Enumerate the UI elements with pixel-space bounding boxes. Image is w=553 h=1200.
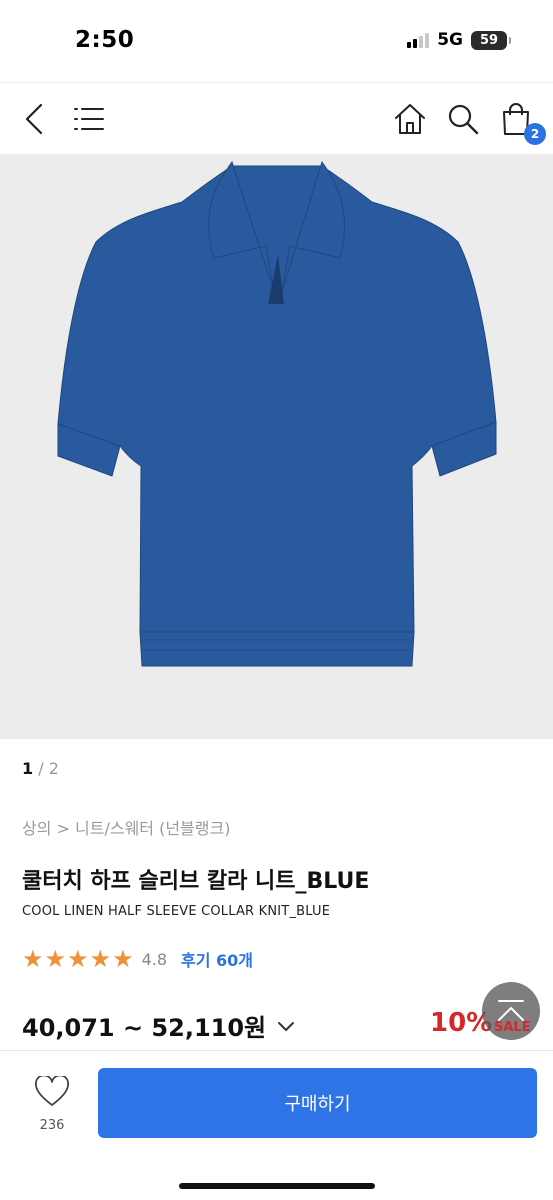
pager-separator: /: [33, 759, 49, 778]
home-indicator: [179, 1183, 375, 1189]
cart-count-badge: 2: [524, 123, 546, 145]
star-icon: ★: [67, 945, 89, 973]
image-pager: 1 / 2: [22, 759, 59, 778]
bottom-action-bar: 236 구매하기: [0, 1050, 553, 1200]
reviews-link[interactable]: 후기 60개: [181, 947, 253, 971]
status-bar: 2:50 5G 59: [0, 0, 553, 82]
network-label: 5G: [437, 30, 463, 50]
star-icon: ★: [44, 945, 67, 973]
rating-stars: ★ ★ ★ ★ ★: [22, 947, 134, 971]
cart-button[interactable]: 2: [498, 101, 546, 145]
star-icon: ★: [89, 945, 112, 973]
chevron-down-icon: [278, 1021, 295, 1031]
chevron-left-icon: [25, 103, 43, 135]
buy-button[interactable]: 구매하기: [98, 1068, 537, 1138]
back-button[interactable]: [16, 101, 52, 137]
wishlist-count: 236: [39, 1118, 65, 1133]
product-subtitle: COOL LINEN HALF SLEEVE COLLAR KNIT_BLUE: [22, 904, 331, 919]
star-icon: ★: [112, 945, 134, 973]
battery-level: 59: [479, 32, 499, 48]
status-time: 2:50: [75, 27, 135, 53]
rating-score: 4.8: [141, 949, 168, 969]
rating-row: ★ ★ ★ ★ ★ 4.8 후기 60개: [22, 946, 253, 972]
signal-icon: [407, 32, 430, 48]
home-button[interactable]: [392, 101, 428, 137]
product-image[interactable]: [0, 154, 553, 739]
pager-total: 2: [48, 759, 59, 778]
star-icon: ★: [22, 945, 44, 973]
pager-current: 1: [22, 759, 34, 778]
search-button[interactable]: [445, 101, 481, 137]
wishlist-button[interactable]: 236: [28, 1074, 76, 1133]
heart-icon: [35, 1074, 69, 1106]
price-range: 40,071 ~ 52,110원: [22, 1014, 267, 1042]
sale-label: SALE: [494, 1020, 531, 1035]
price-selector[interactable]: 40,071 ~ 52,110원: [22, 1008, 296, 1043]
status-indicators: 5G 59: [407, 30, 511, 50]
menu-button[interactable]: [71, 101, 107, 137]
product-photo: [57, 160, 497, 667]
product-title: 쿨터치 하프 슬리브 칼라 니트_BLUE: [22, 869, 370, 894]
menu-icon: [74, 108, 104, 130]
search-icon: [448, 104, 479, 135]
battery-icon: 59: [471, 30, 511, 50]
home-icon: [395, 104, 425, 134]
top-nav-bar: 2: [0, 82, 553, 263]
category-breadcrumb[interactable]: 상의 > 니트/스웨터 (넌블랭크): [22, 815, 230, 839]
